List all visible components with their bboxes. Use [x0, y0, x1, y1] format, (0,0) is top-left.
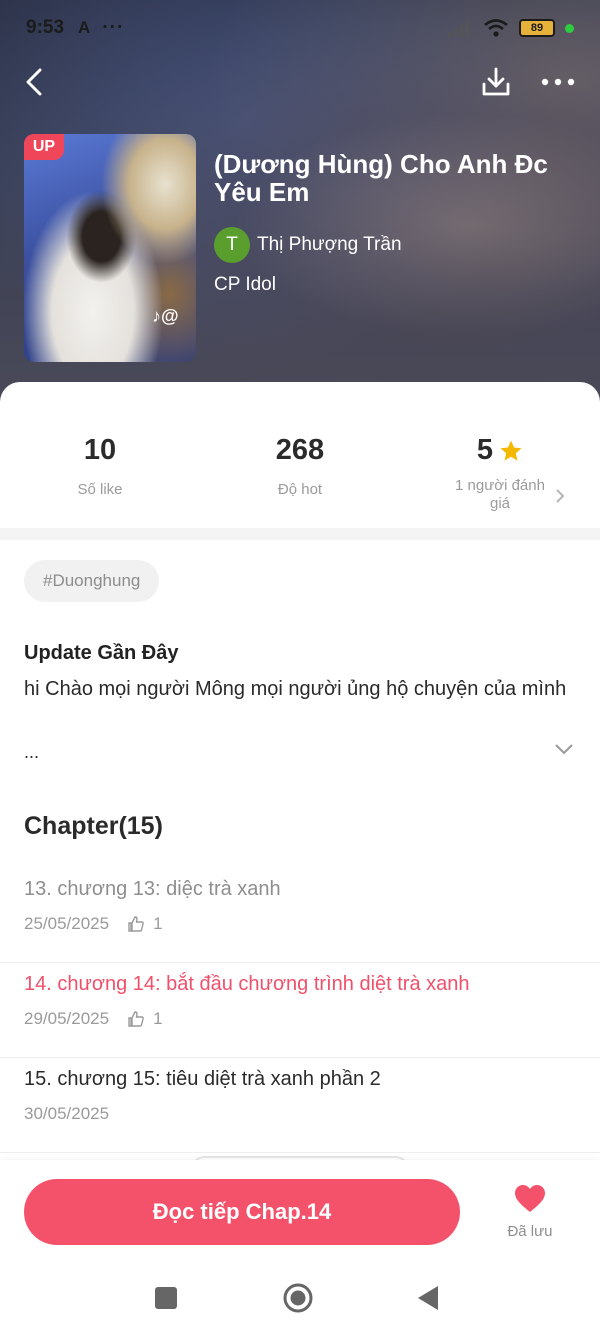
system-nav-bar	[0, 1260, 600, 1333]
home-button[interactable]	[280, 1280, 316, 1316]
saved-label: Đã lưu	[507, 1223, 553, 1240]
thumbs-up-icon	[127, 1010, 145, 1028]
more-options-button[interactable]	[536, 62, 580, 102]
likes-value: 10	[83, 434, 117, 466]
update-title: Update Gần Đây	[24, 642, 179, 664]
story-header-background: 9:53 A ··· 89 UP ♪@ (Dương Hùng) Cho Anh…	[0, 0, 600, 410]
status-bar: 9:53 A ··· 89	[0, 0, 600, 56]
chapter-meta: 29/05/2025 1	[24, 1009, 163, 1029]
chapter-title: 15. chương 15: tiêu diệt trà xanh phần 2	[24, 1068, 381, 1090]
battery-indicator: 89	[519, 19, 555, 37]
story-category[interactable]: CP Idol	[214, 274, 276, 296]
stat-rating[interactable]: 5 1 người đánh giá	[400, 434, 600, 513]
author-row[interactable]: T Thị Phượng Trần	[214, 227, 402, 263]
hot-value: 268	[275, 434, 325, 466]
stat-hot: 268 Độ hot	[200, 434, 400, 498]
chapter-title: 13. chương 13: diệc trà xanh	[24, 878, 281, 900]
heart-icon	[515, 1185, 545, 1212]
likes-label: Số like	[77, 481, 123, 498]
chevron-down-icon[interactable]	[554, 742, 574, 756]
hashtag-chip[interactable]: #Duonghung	[24, 560, 160, 602]
more-dots-icon	[541, 78, 575, 86]
stats-row: 10 Số like 268 Độ hot 5 1 người đánh giá	[0, 382, 600, 528]
wifi-icon	[484, 19, 508, 37]
back-arrow-icon	[26, 68, 42, 96]
chapter-date: 25/05/2025	[24, 914, 110, 933]
chapter-row[interactable]: 15. chương 15: tiêu diệt trà xanh phần 2…	[0, 1058, 600, 1153]
chapter-date: 29/05/2025	[24, 1009, 110, 1028]
chapter-heading: Chapter(15)	[24, 812, 163, 840]
continue-reading-button[interactable]: Đọc tiếp Chap.14	[24, 1179, 460, 1245]
triangle-back-icon	[418, 1286, 438, 1310]
bottom-action-bar: Đọc tiếp Chap.14 Đã lưu	[0, 1160, 600, 1260]
chapter-title: 14. chương 14: bắt đầu chương trình diệt…	[24, 973, 470, 995]
author-avatar: T	[214, 227, 250, 263]
status-a-indicator: A	[78, 18, 91, 37]
chapter-date: 30/05/2025	[24, 1104, 110, 1123]
download-icon	[482, 67, 510, 96]
system-back-button[interactable]	[410, 1280, 446, 1316]
tiktok-watermark-icon: ♪@	[152, 306, 179, 326]
author-name: Thị Phượng Trần	[257, 234, 402, 255]
saved-button[interactable]: Đã lưu	[498, 1184, 562, 1244]
update-text: hi Chào mọi người Mông mọi người ủng hộ …	[24, 678, 567, 700]
chapter-meta: 25/05/2025 1	[24, 914, 163, 934]
signal-icon	[448, 21, 469, 37]
up-badge: UP	[24, 134, 64, 160]
star-icon	[500, 440, 522, 461]
back-button[interactable]	[14, 62, 54, 102]
rating-label: 1 người đánh giá	[455, 477, 545, 512]
rating-value-row: 5	[400, 434, 600, 467]
chapter-row[interactable]: 14. chương 14: bắt đầu chương trình diệt…	[0, 963, 600, 1058]
status-time: 9:53	[26, 17, 65, 38]
chevron-right-icon	[556, 489, 565, 503]
chapter-like-count: 1	[153, 914, 163, 933]
update-ellipsis: ...	[24, 742, 40, 762]
story-title: (Dương Hùng) Cho Anh Đc Yêu Em	[214, 149, 548, 207]
chapter-like-count: 1	[153, 1009, 163, 1028]
story-detail-card: 10 Số like 268 Độ hot 5 1 người đánh giá…	[0, 382, 600, 1186]
stat-likes: 10 Số like	[0, 434, 200, 498]
recent-apps-button[interactable]	[148, 1280, 184, 1316]
charging-dot-icon	[565, 23, 574, 33]
section-divider	[0, 528, 600, 540]
circle-icon	[283, 1283, 313, 1313]
thumbs-up-icon	[127, 915, 145, 933]
status-overflow-icon: ···	[102, 17, 125, 38]
chapter-row[interactable]: 13. chương 13: diệc trà xanh 25/05/2025 …	[0, 868, 600, 963]
square-icon	[155, 1287, 177, 1309]
download-button[interactable]	[476, 62, 516, 102]
hot-label: Độ hot	[277, 481, 323, 498]
rating-value: 5	[476, 434, 494, 466]
chapter-meta: 30/05/2025	[24, 1104, 109, 1124]
story-cover-image	[24, 134, 196, 362]
